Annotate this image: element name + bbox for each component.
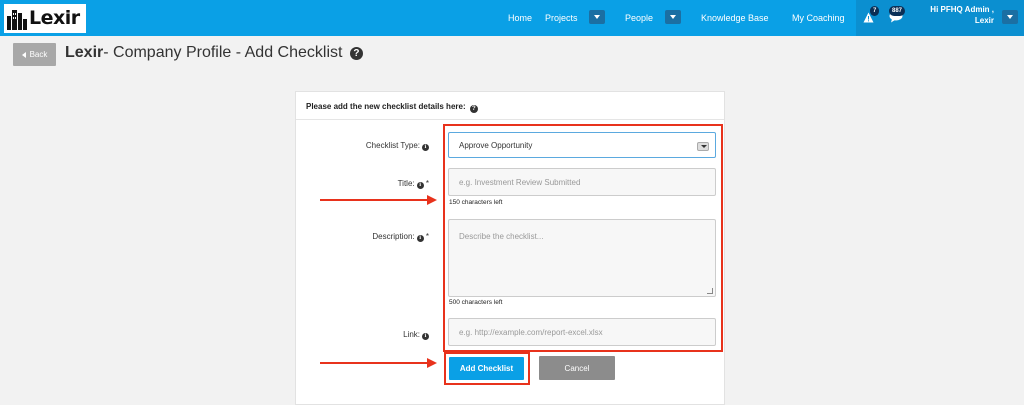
info-icon: i (422, 144, 429, 151)
help-icon[interactable]: ? (469, 105, 478, 113)
checklist-type-label-text: Checklist Type: (365, 141, 420, 150)
user-menu-caret-down-icon[interactable] (1002, 10, 1018, 24)
top-navbar: Lexir Home Projects People Knowledge Bas… (0, 0, 1024, 36)
description-label: Description: i * (372, 232, 429, 242)
back-arrow-icon (21, 51, 26, 58)
annotation-arrow-head (427, 195, 437, 205)
nav-my-coaching[interactable]: My Coaching (792, 0, 845, 36)
back-button-label: Back (29, 50, 48, 59)
page-title-company: Lexir (65, 44, 104, 61)
title-label: Title: i * (398, 179, 429, 189)
brand-logo[interactable]: Lexir (4, 4, 86, 33)
checklist-type-label: Checklist Type: i (366, 141, 429, 151)
nav-projects[interactable]: Projects (545, 0, 578, 36)
info-icon: i (422, 333, 429, 340)
link-label: Link: i (403, 330, 429, 340)
user-company-line: Lexir (974, 16, 994, 25)
panel-heading-text: Please add the new checklist details her… (306, 102, 466, 111)
projects-caret-down-icon[interactable] (589, 10, 605, 24)
messages-count-badge: 887 (889, 6, 906, 16)
info-icon: i (416, 182, 424, 189)
alerts-count-badge: 7 (870, 6, 880, 16)
description-label-text: Description: (372, 232, 415, 241)
nav-knowledge-base[interactable]: Knowledge Base (701, 0, 769, 36)
nav-user-area: 7 887 Hi PFHQ Admin , Lexir (856, 0, 1024, 36)
nav-home[interactable]: Home (508, 0, 532, 36)
panel-heading: Please add the new checklist details her… (296, 92, 724, 120)
people-caret-down-icon[interactable] (665, 10, 681, 24)
building-logo-icon (7, 9, 27, 30)
required-marker: * (425, 232, 429, 241)
page-title: Lexir- Company Profile - Add Checklist ? (65, 44, 363, 62)
annotation-fields-box (443, 124, 723, 352)
user-greeting[interactable]: Hi PFHQ Admin , Lexir (930, 4, 994, 26)
page-title-text: - Company Profile - Add Checklist (103, 44, 343, 61)
link-label-text: Link: (403, 330, 420, 339)
annotation-button-box (444, 352, 530, 385)
brand-name: Lexir (29, 7, 80, 29)
help-icon[interactable]: ? (349, 47, 363, 60)
annotation-arrow-line (320, 199, 428, 201)
nav-people[interactable]: People (625, 0, 653, 36)
info-icon: i (416, 235, 424, 242)
cancel-button[interactable]: Cancel (539, 356, 615, 380)
user-greeting-line: Hi PFHQ Admin , (930, 5, 994, 14)
back-button[interactable]: Back (13, 43, 56, 66)
required-marker: * (425, 179, 429, 188)
annotation-arrow-head (427, 358, 437, 368)
annotation-arrow-line (320, 362, 428, 364)
title-label-text: Title: (397, 179, 415, 188)
